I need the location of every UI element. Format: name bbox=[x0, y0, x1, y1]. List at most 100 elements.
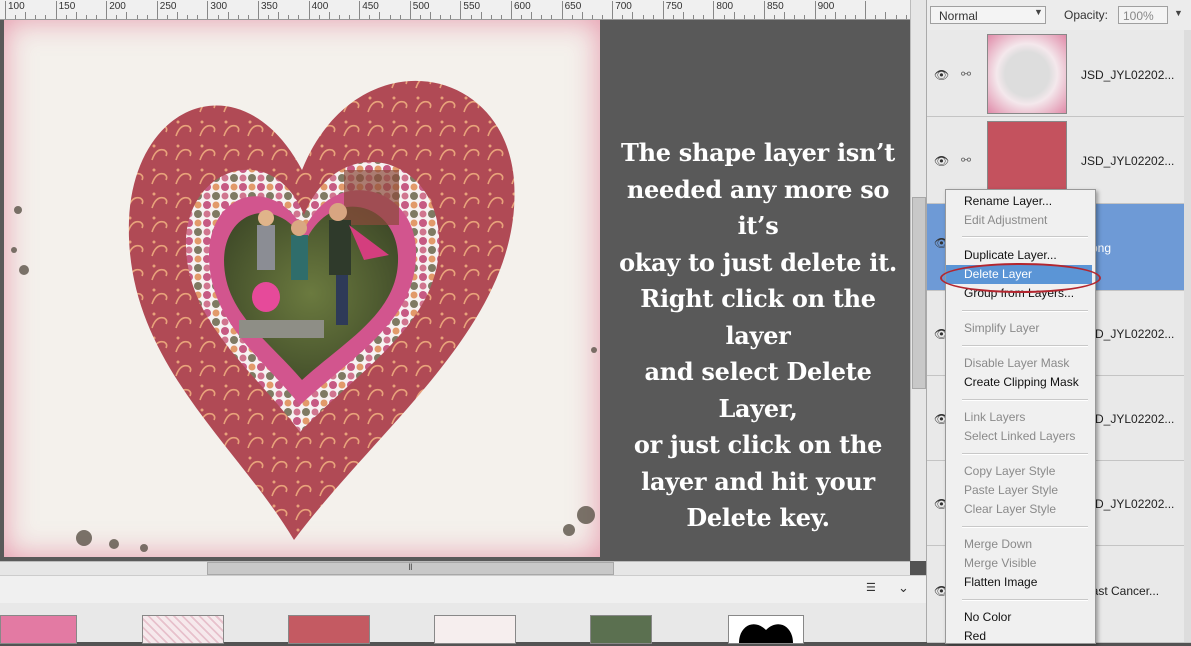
ruler-tick bbox=[96, 15, 98, 19]
ruler-tick bbox=[288, 15, 290, 19]
menu-separator bbox=[962, 526, 1088, 528]
menu-item-create-clipping-mask[interactable]: Create Clipping Mask bbox=[946, 373, 1092, 392]
ruler-tick bbox=[723, 15, 725, 19]
ruler-tick bbox=[581, 12, 583, 19]
blend-mode-select[interactable]: Normal bbox=[930, 6, 1046, 24]
canvas-area[interactable]: The shape layer isn’t needed any more so… bbox=[0, 20, 910, 561]
menu-item-merge-visible[interactable]: Merge Visible bbox=[946, 554, 1092, 573]
menu-item-clear-layer-style[interactable]: Clear Layer Style bbox=[946, 500, 1092, 519]
menu-item-link-layers[interactable]: Link Layers bbox=[946, 408, 1092, 427]
bin-thumbnail[interactable] bbox=[728, 615, 804, 644]
bin-thumbnail[interactable] bbox=[434, 615, 516, 644]
ruler-tick bbox=[541, 15, 543, 19]
ruler-tick bbox=[490, 15, 492, 19]
opacity-field[interactable]: 100% bbox=[1118, 6, 1168, 24]
menu-item-copy-layer-style[interactable]: Copy Layer Style bbox=[946, 462, 1092, 481]
ruler-tick bbox=[268, 15, 270, 19]
photo-bin-toolbar bbox=[0, 575, 926, 604]
ruler-tick bbox=[116, 15, 118, 19]
ruler-tick bbox=[713, 1, 715, 19]
ruler-tick bbox=[227, 12, 229, 19]
ruler-tick bbox=[5, 1, 6, 19]
ruler-tick bbox=[511, 1, 512, 19]
ruler-tick bbox=[399, 15, 401, 19]
layer-row[interactable]: 👁 ⚯ JSD_JYL02202... bbox=[927, 30, 1191, 117]
link-icon[interactable]: ⚯ bbox=[961, 153, 971, 167]
menu-item-paste-layer-style[interactable]: Paste Layer Style bbox=[946, 481, 1092, 500]
ruler-tick bbox=[834, 12, 836, 19]
bin-thumbnail[interactable] bbox=[590, 615, 652, 644]
ruler-label: 500 bbox=[412, 1, 430, 12]
ruler-tick bbox=[743, 15, 745, 19]
link-icon[interactable]: ⚯ bbox=[961, 67, 971, 81]
ruler-tick bbox=[126, 12, 128, 19]
ruler-tick bbox=[258, 1, 259, 19]
ruler-tick bbox=[672, 15, 674, 19]
ruler-tick bbox=[187, 15, 189, 19]
ruler-tick bbox=[814, 1, 816, 19]
ruler-tick bbox=[328, 12, 330, 19]
menu-item-simplify-layer[interactable]: Simplify Layer bbox=[946, 319, 1092, 338]
ruler-tick bbox=[875, 15, 877, 19]
ruler-label: 750 bbox=[665, 1, 683, 12]
ruler-label: 200 bbox=[109, 1, 126, 12]
menu-item-merge-down[interactable]: Merge Down bbox=[946, 535, 1092, 554]
ruler-tick bbox=[622, 15, 624, 19]
scrapbook-page[interactable] bbox=[4, 20, 600, 557]
eye-icon[interactable]: 👁 bbox=[934, 154, 949, 168]
ruler-tick bbox=[571, 15, 573, 19]
menu-item-no-color[interactable]: No Color bbox=[946, 608, 1092, 627]
ruler-tick bbox=[784, 12, 786, 19]
bin-menu-icon[interactable]: ☰ bbox=[866, 581, 876, 594]
ruler-tick bbox=[632, 12, 634, 19]
layers-scrollbar[interactable] bbox=[1184, 30, 1191, 642]
ruler-tick bbox=[25, 12, 27, 19]
eye-icon[interactable]: 👁 bbox=[934, 68, 949, 82]
ruler-tick bbox=[855, 15, 857, 19]
ruler-tick bbox=[662, 1, 664, 19]
instruction-line: Delete key. bbox=[686, 503, 830, 532]
canvas-vertical-scroll-thumb[interactable] bbox=[912, 197, 926, 389]
layer-name: JSD_JYL02202... bbox=[1081, 68, 1175, 82]
ruler-label: 350 bbox=[261, 1, 278, 12]
canvas-horizontal-scroll-thumb[interactable]: Ⅱ bbox=[207, 562, 614, 575]
instruction-line: needed any more so it’s bbox=[626, 174, 890, 241]
ruler-tick bbox=[217, 15, 219, 19]
ruler-tick bbox=[55, 1, 57, 19]
menu-item-red[interactable]: Red bbox=[946, 627, 1092, 646]
ruler-label: 900 bbox=[817, 1, 835, 12]
ruler-tick bbox=[500, 15, 502, 19]
ruler-tick bbox=[824, 15, 826, 19]
ruler-tick bbox=[247, 15, 249, 19]
ruler-label: 400 bbox=[311, 1, 329, 12]
horizontal-ruler: 100 150 200 250 300 350 400 450 500 550 600 650 700 7… bbox=[0, 0, 910, 20]
menu-item-rename-layer[interactable]: Rename Layer... bbox=[946, 192, 1092, 211]
ruler-tick bbox=[531, 12, 533, 19]
ruler-tick bbox=[865, 1, 867, 19]
ruler-tick bbox=[379, 12, 381, 19]
ruler-tick bbox=[774, 15, 776, 19]
menu-item-edit-adjustment[interactable]: Edit Adjustment bbox=[946, 211, 1092, 230]
chevron-down-icon[interactable]: ⌄ bbox=[898, 580, 909, 596]
ruler-tick bbox=[85, 15, 87, 19]
menu-item-select-linked-layers[interactable]: Select Linked Layers bbox=[946, 427, 1092, 446]
ruler-label: 800 bbox=[716, 1, 734, 12]
ruler-tick bbox=[318, 15, 320, 19]
instruction-text: The shape layer isn’t needed any more so… bbox=[608, 135, 908, 537]
bin-thumbnail[interactable] bbox=[142, 615, 224, 644]
menu-separator bbox=[962, 453, 1088, 455]
ruler-tick bbox=[359, 1, 361, 19]
ruler-label: 150 bbox=[58, 1, 76, 12]
menu-item-disable-layer-mask[interactable]: Disable Layer Mask bbox=[946, 354, 1092, 373]
bin-thumbnail[interactable] bbox=[288, 615, 370, 644]
ruler-tick bbox=[764, 1, 765, 19]
ruler-tick bbox=[693, 15, 695, 19]
menu-item-flatten-image[interactable]: Flatten Image bbox=[946, 573, 1092, 592]
menu-separator bbox=[962, 310, 1088, 312]
ruler-tick bbox=[237, 15, 239, 19]
ruler-tick bbox=[177, 12, 179, 19]
menu-separator bbox=[962, 599, 1088, 601]
bin-thumbnail[interactable] bbox=[0, 615, 77, 644]
ruler-label: 450 bbox=[362, 1, 379, 12]
dropdown-arrow-icon[interactable]: ▼ bbox=[1174, 8, 1183, 18]
